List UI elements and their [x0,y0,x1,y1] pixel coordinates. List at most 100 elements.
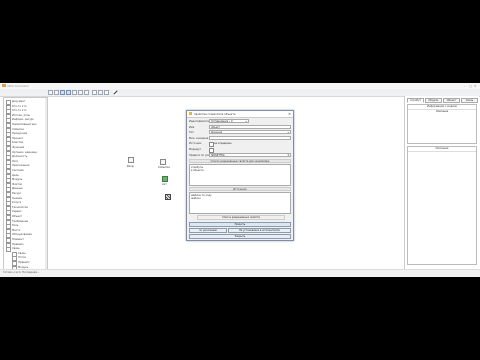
status-bar: Готово к исп. Последняя... [0,269,480,277]
tree-item-label: Продукция [12,132,28,136]
dialog-field-row: Идентификатор Оптимизация • 0 [189,119,291,124]
field-value: не определен [214,142,232,146]
dialog-title: Свойства стереотипа объекта [194,112,236,116]
tree-subitem-label: Правило [18,261,30,264]
tree-item-label: Кто-то кто [12,104,27,108]
pen-icon[interactable] [113,91,117,95]
tree-item-label: Объект [12,215,23,218]
dialog-field-row: Маршрут [189,147,291,153]
close-icon[interactable]: ✕ [474,84,477,88]
tab-object[interactable]: Объект [443,98,460,103]
window-title: ARIS Simulator [7,84,30,88]
save-button[interactable] [104,90,109,95]
tree-subitem-label: Поток [18,256,27,260]
dialog-field-row: Мин. значение [189,135,291,141]
properties-panel: Атрибут Модель Объект Связь Информация о… [404,96,479,269]
redo-button[interactable] [98,90,103,95]
field-label: Тип [189,131,194,135]
model-info-box: Информация о модели Описание [407,104,477,144]
tab-attribute[interactable]: Атрибут [407,98,424,103]
undo-button[interactable] [92,90,97,95]
move-tool-button[interactable] [54,90,59,95]
tree-item-label: Кто-то кто [12,109,27,113]
connect-tool-button[interactable] [72,90,77,95]
field-input[interactable]: функция [209,130,291,135]
tree-item-label: Должность [12,155,28,159]
tree-item-label: Фактор [12,182,23,186]
tree-item-label: Приложение [12,164,30,168]
tree-item-label: Технология [12,205,28,209]
sources-header: Источники [189,187,291,191]
not-set-button[interactable]: Не установлено в исполнителях [228,228,291,233]
tree-item-label: Услуга [12,201,22,205]
allowed-line: в объекте [191,169,204,172]
dialog-titlebar: Свойства стереотипа объекта ✕ [187,111,293,118]
description-box: Описание [407,146,477,265]
tree-item-label: Документ [12,100,26,103]
tab-model[interactable]: Модель [425,98,442,103]
app-logo-icon [2,84,6,87]
tree-item-label: Риск [12,159,19,163]
allowed-properties-header: Список разрешённых свойств для экземпляр… [189,159,291,163]
tree-item-label: Место [12,228,21,232]
canvas-node-label: Событие [158,166,170,169]
field-input[interactable]: SIMSETTEG [209,152,291,157]
canvas-node-label: Акт [162,183,167,186]
field-label: Идентификатор [189,120,211,123]
tree-item-label: Роль [12,224,19,228]
grid-tool-button[interactable] [66,90,71,95]
tree-item-label: Данные [12,187,23,191]
tree-item-label: Знание [12,196,22,200]
tree-item-label: Оборудование [12,233,32,237]
tree-item-label: Модуль [12,178,23,182]
field-input[interactable]: Оптимизация • 0 [209,119,249,123]
tree-item-label: Связь [12,247,20,251]
tree-item-label: Ресурс [12,192,22,195]
dialog-icon [189,112,192,115]
status-text: Готово к исп. Последняя... [3,271,40,274]
select-tool-button[interactable] [48,90,53,95]
tree-item-checkbox[interactable] [6,247,11,253]
field-label: Мин. значение [189,136,209,140]
allowed-properties-list[interactable]: атрибуты в объекте [189,164,291,186]
text-tool-button[interactable] [84,90,89,95]
canvas-node-label: Вход [127,165,134,168]
dialog-field-row: Правило по умолчанию SIMSETTEG [189,152,291,158]
tree-item-label: Информ. ресурс [12,118,34,122]
tree-scrollbar[interactable] [45,98,47,270]
field-label: Маршрут [189,148,202,151]
dialog-close-icon[interactable]: ✕ [288,112,291,116]
maximize-icon[interactable]: □ [469,84,472,88]
tree-item-label: Цель [12,173,19,177]
field-input[interactable]: объект [209,124,291,129]
tree-item-label: Правило [12,242,24,246]
dialog-field-row: Источник не определен [189,141,291,147]
canvas-node-entry[interactable] [128,157,134,163]
field-label: Источник [189,142,202,146]
tree-item-label: Процесс [12,136,24,140]
app-window: ARIS Simulator – □ ✕ Документ Кто-то кто К… [0,83,480,277]
canvas-node-act[interactable] [162,176,168,182]
object-tree-panel[interactable]: Документ Кто-то кто Кто-то кто Исполн. роль… [3,97,48,271]
shape-tool-button[interactable] [78,90,83,95]
zoom-tool-button[interactable] [60,90,65,95]
default-button[interactable]: по умолчанию [189,228,227,233]
tree-item-label: Функция [12,146,25,149]
tab-link[interactable]: Связь [461,98,478,103]
field-input[interactable] [209,135,291,140]
allowed-properties-button[interactable]: Список разрешённых свойств [197,215,285,220]
tree-subitem-label: Связь [18,251,26,255]
tree-item-label: Сервис [12,210,22,214]
canvas-node-event[interactable] [160,159,166,165]
stereotype-properties-dialog: Свойства стереотипа объекта ✕ Идентифика… [186,110,294,241]
tree-item-label: Система [12,169,24,172]
dialog-field-row: Тип функция [189,130,291,135]
apply-button[interactable]: Принять [189,222,291,227]
canvas-node-grid[interactable] [165,194,171,200]
sources-list[interactable]: Шаблон по коду шаблон [189,192,291,214]
tree-item-label: Нормативный док [12,123,37,126]
tree-item-label: Событие [12,127,24,131]
minimize-icon[interactable]: – [464,84,466,88]
tree-item-label: Кластер [12,141,24,145]
close-button[interactable]: Закрыть [189,234,291,239]
